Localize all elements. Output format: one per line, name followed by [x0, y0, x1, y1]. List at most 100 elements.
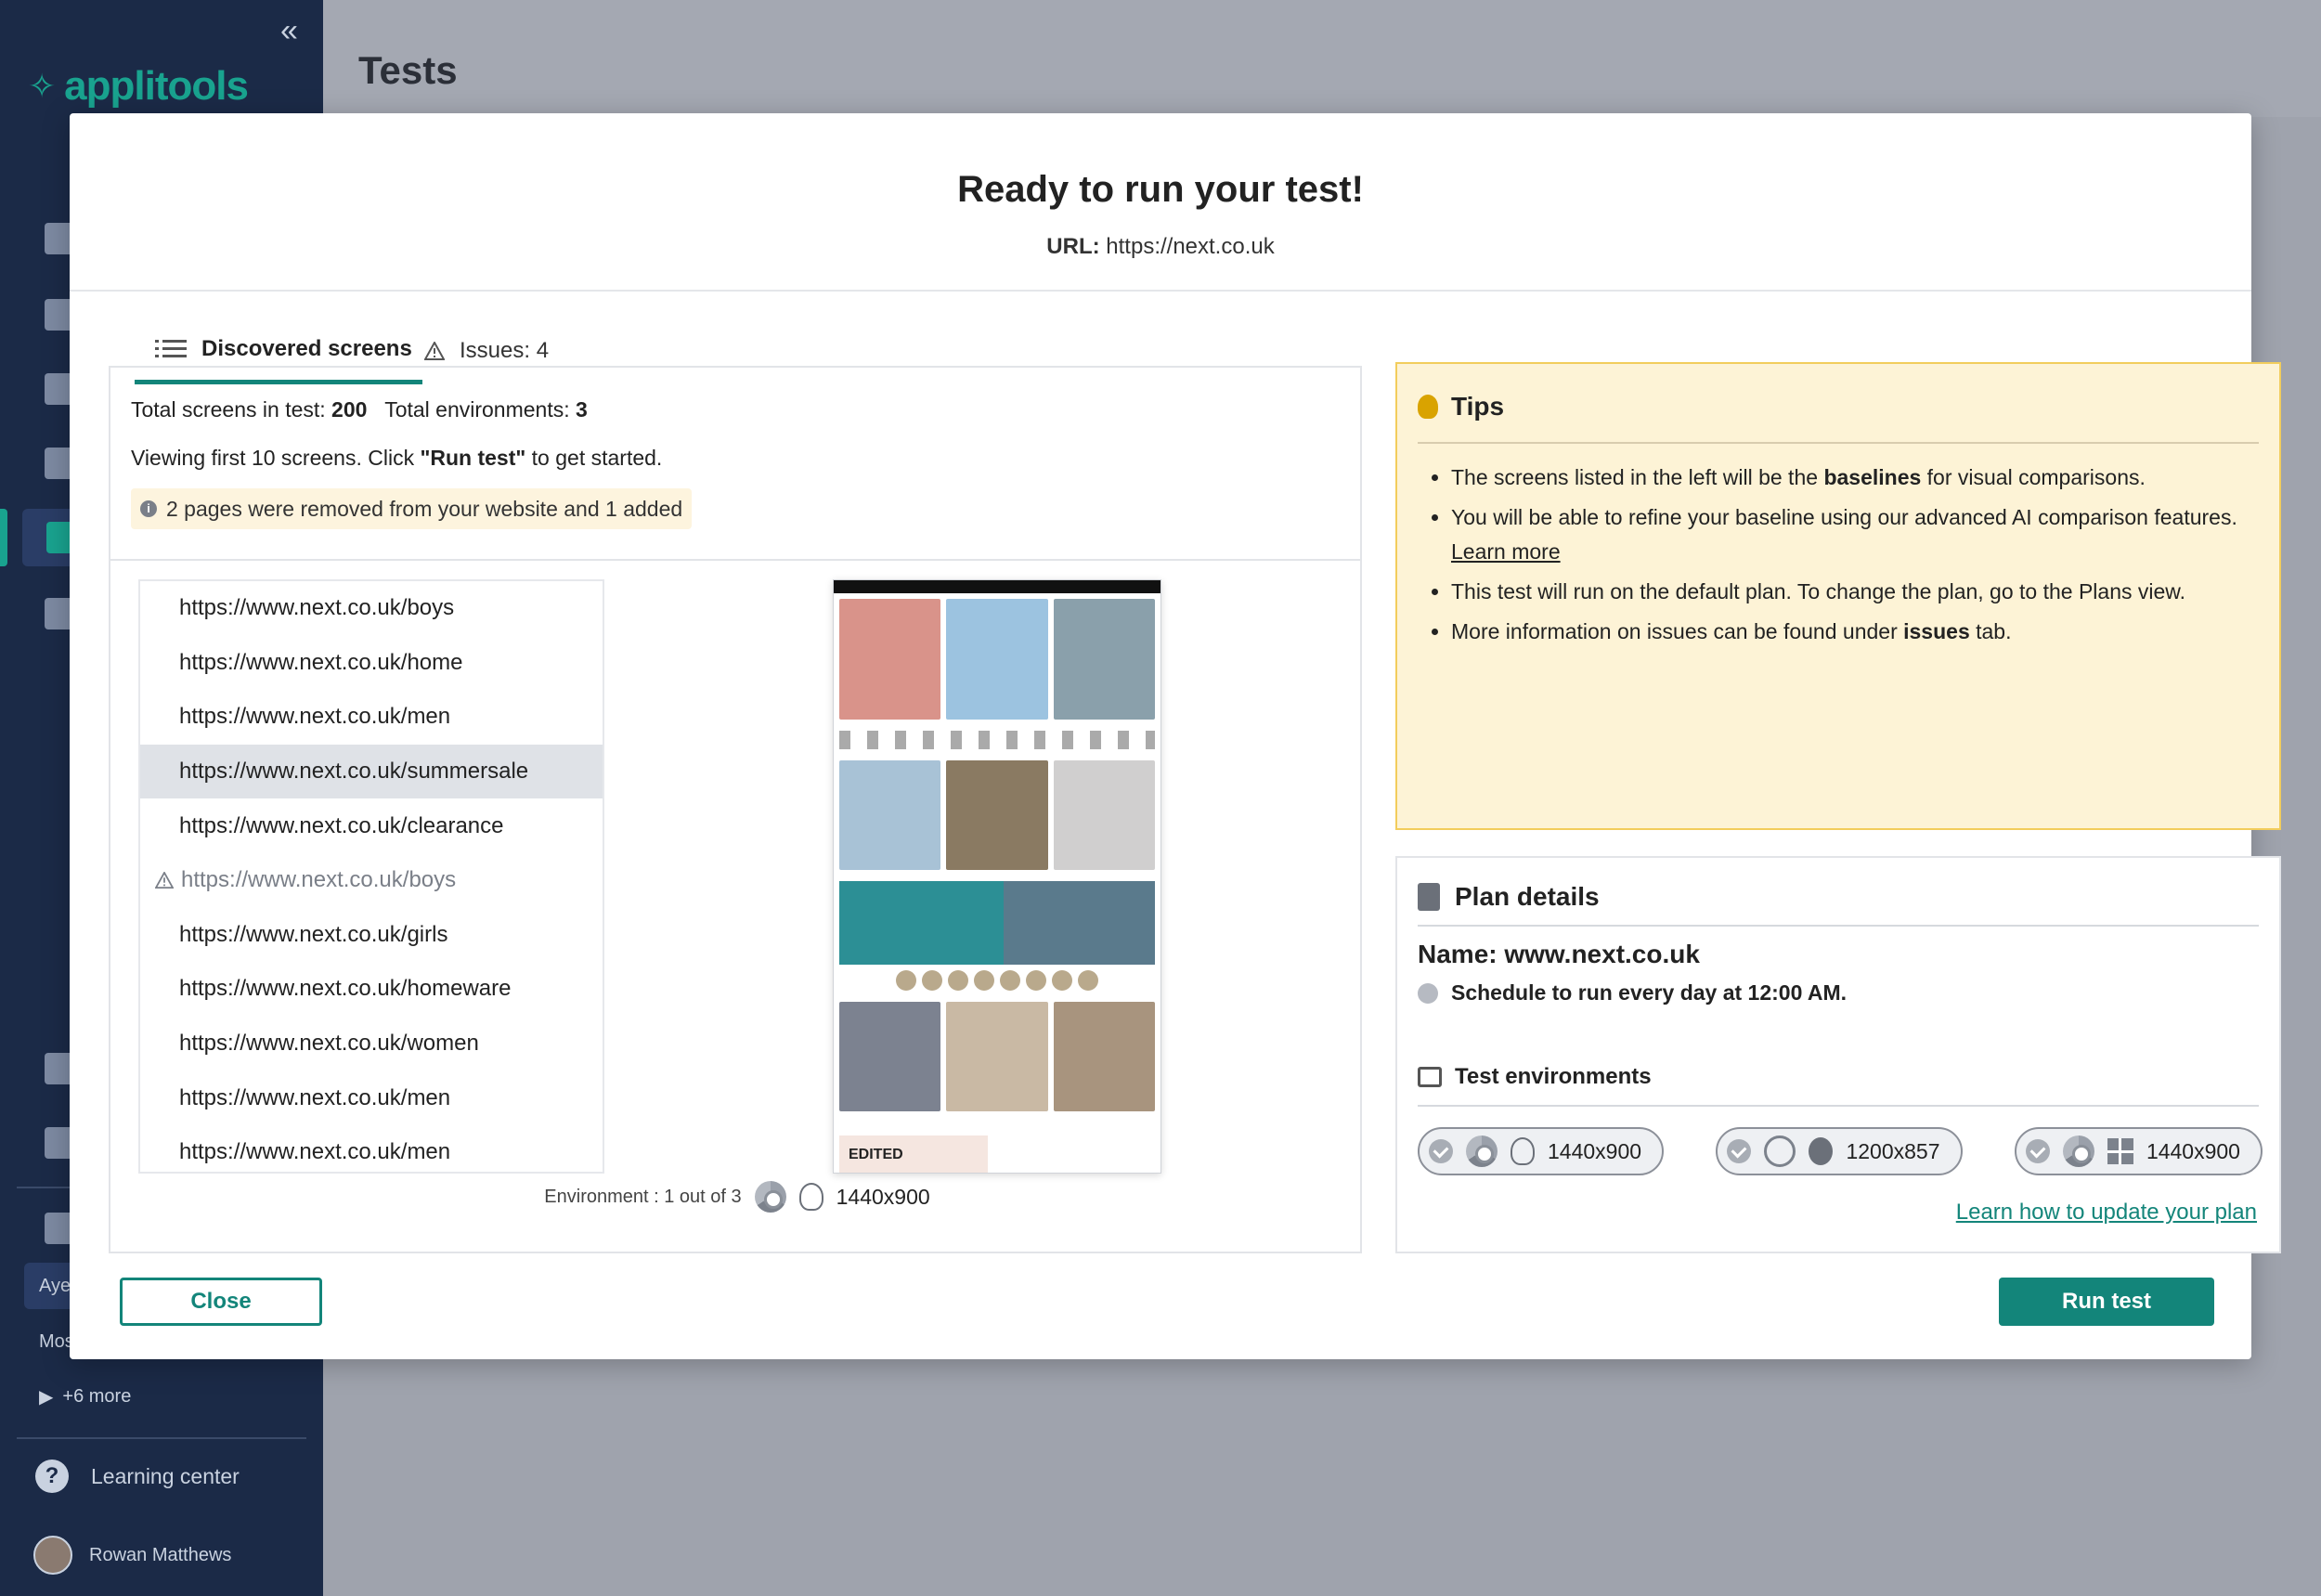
run-test-button[interactable]: Run test [1999, 1278, 2214, 1326]
tab-label: Issues: 4 [460, 338, 550, 363]
update-plan-link[interactable]: Learn how to update your plan [1956, 1200, 2257, 1226]
run-test-modal: Ready to run your test! URL: https://nex… [70, 113, 2281, 1359]
panel-divider [110, 559, 1360, 561]
viewing-bold: "Run test" [420, 446, 526, 470]
list-item[interactable]: https://www.next.co.uk/clearance [140, 798, 603, 853]
windows-icon [2107, 1138, 2133, 1164]
tip-text: You will be able to refine your baseline… [1451, 505, 2237, 529]
plan-header: Plan details [1418, 882, 1600, 912]
preview-header [834, 580, 1160, 593]
list-item-selected[interactable]: https://www.next.co.uk/summersale [140, 744, 603, 799]
warning-icon [424, 342, 445, 360]
summary-totals: Total screens in test: 200 Total environ… [131, 397, 588, 422]
collapse-sidebar-icon[interactable]: « [280, 15, 298, 46]
tip-text: The screens listed in the left will be t… [1451, 465, 1819, 489]
warning-icon [155, 871, 174, 889]
list-item[interactable]: https://www.next.co.uk/homeware [140, 962, 603, 1017]
preview-edited-label: EDITED [839, 1135, 988, 1173]
tip-bold: baselines [1823, 465, 1922, 489]
learning-center-link[interactable]: ? Learning center [35, 1460, 240, 1493]
linux-icon [1511, 1137, 1535, 1165]
list-item-label: https://www.next.co.uk/boys [181, 867, 457, 893]
tips-title: Tips [1451, 392, 1505, 421]
viewing-suffix: to get started. [531, 446, 663, 470]
total-envs-label: Total environments: [384, 397, 570, 422]
tab-label: Discovered screens [201, 335, 412, 361]
screenshot-preview[interactable]: EDITED [833, 579, 1161, 1174]
list-item[interactable]: https://www.next.co.uk/men [140, 1070, 603, 1125]
help-icon: ? [35, 1460, 69, 1493]
tips-panel: Tips The screens listed in the left will… [1395, 362, 2281, 830]
tip-text: for visual comparisons. [1926, 465, 2146, 489]
list-item[interactable]: https://www.next.co.uk/men [140, 690, 603, 745]
tip-bold: issues [1903, 619, 1970, 643]
preview-image [839, 760, 941, 870]
list-item[interactable]: https://www.next.co.uk/women [140, 1017, 603, 1071]
learn-more-link[interactable]: Learn more [1451, 539, 1561, 564]
check-icon [2025, 1139, 2050, 1163]
modal-url: URL: https://next.co.uk [70, 234, 2251, 260]
environment-chip[interactable]: 1200x857 [1716, 1127, 1963, 1175]
environment-chips: 1440x900 1200x857 1440x900 [1418, 1127, 2263, 1175]
page-header [323, 0, 2321, 117]
url-label: URL: [1046, 234, 1100, 259]
change-notice: i 2 pages were removed from your website… [131, 488, 693, 529]
total-screens-label: Total screens in test: [131, 397, 326, 422]
preview-image [946, 599, 1048, 720]
plan-name: Name: www.next.co.uk [1418, 940, 1700, 968]
info-icon: i [140, 500, 157, 517]
active-indicator [0, 509, 7, 566]
user-menu[interactable]: Rowan Matthews [33, 1536, 231, 1575]
list-item[interactable]: https://www.next.co.uk/home [140, 636, 603, 691]
environment-label: Environment : 1 out of 3 [544, 1186, 742, 1207]
list-item[interactable]: https://www.next.co.uk/boys [140, 581, 603, 636]
list-icon [155, 339, 187, 357]
close-button[interactable]: Close [120, 1278, 322, 1326]
plan-details-panel: Plan details Name: www.next.co.uk Schedu… [1395, 856, 2281, 1253]
test-environments-header: Test environments [1418, 1064, 1652, 1090]
caret-right-icon: ▶ [39, 1387, 54, 1408]
clock-icon [1418, 982, 1438, 1004]
tip-item: More information on issues can be found … [1451, 615, 2251, 649]
environment-chip[interactable]: 1440x900 [2014, 1127, 2263, 1175]
chrome-icon [2062, 1135, 2094, 1167]
avatar [33, 1536, 72, 1575]
safari-icon [1764, 1135, 1796, 1167]
list-item[interactable]: https://www.next.co.uk/girls [140, 908, 603, 963]
modal-title: Ready to run your test! [957, 169, 1364, 210]
list-item-warning[interactable]: https://www.next.co.uk/boys [140, 853, 603, 908]
user-name: Rowan Matthews [89, 1544, 232, 1565]
modal-divider [70, 290, 2251, 292]
learning-center-label: Learning center [91, 1463, 240, 1488]
schedule-text: Schedule to run every day at 12:00 AM. [1451, 980, 1848, 1005]
total-envs-value: 3 [576, 397, 588, 422]
preview-environment: Environment : 1 out of 3 1440x900 [110, 1181, 1364, 1213]
logo[interactable]: ✧ applitools [28, 63, 249, 110]
viewing-prefix: Viewing first 10 screens. Click [131, 446, 415, 470]
preview-image [1053, 760, 1155, 870]
environments-divider [1418, 1105, 2259, 1107]
tip-item: You will be able to refine your baseline… [1451, 500, 2251, 569]
tips-header: Tips [1418, 392, 1504, 422]
logo-text: applitools [64, 63, 249, 109]
environment-resolution: 1440x900 [2146, 1138, 2240, 1163]
preview-image [839, 1002, 941, 1111]
plan-divider [1418, 925, 2259, 927]
plan-title: Plan details [1455, 882, 1600, 911]
plan-schedule: Schedule to run every day at 12:00 AM. [1418, 980, 1847, 1006]
lightbulb-icon [1418, 395, 1438, 419]
list-item[interactable]: https://www.next.co.uk/men [140, 1125, 603, 1172]
url-list[interactable]: https://www.next.co.uk/boys https://www.… [138, 579, 604, 1174]
preview-grid [834, 755, 1160, 876]
tip-text: More information on issues can be found … [1451, 619, 1898, 643]
preview-banner [839, 881, 1155, 965]
tip-text: This test will run on the default plan. … [1451, 579, 2186, 603]
chrome-icon [754, 1181, 786, 1213]
tip-item: The screens listed in the left will be t… [1451, 461, 2251, 495]
environment-resolution: 1440x900 [836, 1184, 930, 1209]
environment-chip[interactable]: 1440x900 [1418, 1127, 1665, 1175]
sidebar-divider [17, 1437, 306, 1439]
more-button[interactable]: ▶ +6 more [39, 1385, 131, 1408]
preview-brands [839, 731, 1155, 749]
preview-image [1053, 599, 1155, 720]
